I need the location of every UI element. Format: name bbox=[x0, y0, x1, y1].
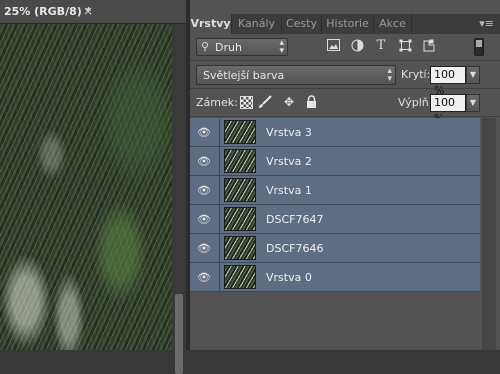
stepper-arrows-icon: ▴ ▾ bbox=[279, 38, 284, 56]
opacity-input[interactable]: 100 % bbox=[430, 66, 466, 97]
adjustment-filter-icon[interactable] bbox=[350, 39, 364, 53]
vertical-scrollbar[interactable] bbox=[172, 24, 186, 374]
divider bbox=[219, 263, 220, 292]
stepper-arrows-icon: ▴ ▾ bbox=[387, 66, 392, 84]
layer-thumbnail bbox=[224, 207, 256, 231]
eye-icon[interactable]: 👁 bbox=[196, 155, 212, 168]
divider bbox=[190, 60, 500, 61]
filter-toggle-switch[interactable] bbox=[474, 38, 484, 56]
blend-row: Světlejší barva ▴ ▾ Krytí: 100 % ▼ bbox=[190, 62, 500, 97]
blend-mode-select[interactable]: Světlejší barva ▴ ▾ bbox=[196, 65, 396, 85]
layer-thumbnail bbox=[224, 149, 256, 173]
eye-icon[interactable]: 👁 bbox=[196, 213, 212, 226]
panel-tab-bar: Vrstvy Kanály Cesty Historie Akce bbox=[190, 14, 500, 34]
divider bbox=[190, 116, 500, 117]
layer-row[interactable]: 👁 Vrstva 3 bbox=[190, 118, 480, 147]
eye-icon[interactable]: 👁 bbox=[196, 184, 212, 197]
lock-image-pixels-icon[interactable] bbox=[258, 95, 272, 109]
fill-input[interactable]: 100 % bbox=[430, 94, 466, 125]
filter-kind-select[interactable]: ⚲ Druh ▴ ▾ bbox=[196, 38, 288, 56]
layer-row[interactable]: 👁 Vrstva 0 bbox=[190, 263, 480, 292]
layer-thumbnail bbox=[224, 265, 256, 289]
layers-scrollbar[interactable] bbox=[482, 118, 496, 350]
layer-thumbnail bbox=[224, 120, 256, 144]
search-icon: ⚲ bbox=[201, 40, 210, 53]
smart-object-filter-icon[interactable] bbox=[422, 39, 436, 53]
document-area: 25% (RGB/8) * × bbox=[0, 0, 186, 374]
filter-kind-label: Druh bbox=[215, 41, 242, 54]
lock-all-icon[interactable] bbox=[304, 95, 318, 109]
layer-row[interactable]: 👁 DSCF7646 bbox=[190, 234, 480, 263]
layer-row[interactable]: 👁 Vrstva 1 bbox=[190, 176, 480, 205]
shape-filter-icon[interactable] bbox=[398, 39, 412, 53]
divider bbox=[219, 118, 220, 147]
divider bbox=[219, 176, 220, 205]
layer-name: DSCF7646 bbox=[266, 242, 324, 255]
document-tab-title: 25% (RGB/8) * bbox=[4, 5, 92, 18]
lock-transparent-pixels-icon[interactable] bbox=[240, 96, 253, 109]
layer-name: Vrstva 2 bbox=[266, 155, 312, 168]
layers-panel: Vrstvy Kanály Cesty Historie Akce ▾≡ ⚲ D… bbox=[190, 0, 500, 350]
layer-thumbnail bbox=[224, 178, 256, 202]
image-canvas[interactable] bbox=[0, 24, 172, 350]
fill-label: Výplň: bbox=[398, 96, 433, 109]
scrollbar-thumb[interactable] bbox=[175, 294, 183, 374]
eye-icon[interactable]: 👁 bbox=[196, 271, 212, 284]
layers-list: 👁 Vrstva 3 👁 Vrstva 2 👁 Vrstva 1 👁 DSCF7… bbox=[190, 118, 500, 350]
panel-menu-icon[interactable]: ▾≡ bbox=[479, 14, 494, 34]
tab-actions[interactable]: Akce bbox=[374, 14, 412, 34]
document-tab[interactable]: 25% (RGB/8) * × bbox=[0, 0, 186, 24]
divider bbox=[219, 234, 220, 263]
type-filter-icon[interactable]: T bbox=[374, 39, 388, 53]
layer-name: Vrstva 3 bbox=[266, 126, 312, 139]
lock-row: Zámek: ✥ Výplň: 100 % ▼ bbox=[190, 90, 500, 125]
tab-paths[interactable]: Cesty bbox=[282, 14, 322, 34]
filter-row: ⚲ Druh ▴ ▾ T bbox=[190, 34, 500, 60]
opacity-label: Krytí: bbox=[401, 68, 431, 81]
lock-position-icon[interactable]: ✥ bbox=[282, 95, 296, 109]
layer-name: Vrstva 0 bbox=[266, 271, 312, 284]
fill-dropdown-button[interactable]: ▼ bbox=[466, 94, 480, 112]
divider bbox=[219, 147, 220, 176]
eye-icon[interactable]: 👁 bbox=[196, 242, 212, 255]
layer-row[interactable]: 👁 Vrstva 2 bbox=[190, 147, 480, 176]
tab-channels[interactable]: Kanály bbox=[232, 14, 282, 34]
image-filter-icon[interactable] bbox=[326, 39, 340, 53]
layer-name: Vrstva 1 bbox=[266, 184, 312, 197]
blend-mode-label: Světlejší barva bbox=[203, 69, 285, 82]
eye-icon[interactable]: 👁 bbox=[196, 126, 212, 139]
tab-layers[interactable]: Vrstvy bbox=[190, 14, 232, 34]
layer-row[interactable]: 👁 DSCF7647 bbox=[190, 205, 480, 234]
layer-name: DSCF7647 bbox=[266, 213, 324, 226]
layer-thumbnail bbox=[224, 236, 256, 260]
opacity-dropdown-button[interactable]: ▼ bbox=[466, 66, 480, 84]
tab-history[interactable]: Historie bbox=[322, 14, 374, 34]
divider bbox=[190, 88, 500, 89]
divider bbox=[219, 205, 220, 234]
close-icon[interactable]: × bbox=[83, 4, 93, 18]
lock-label: Zámek: bbox=[196, 96, 238, 109]
